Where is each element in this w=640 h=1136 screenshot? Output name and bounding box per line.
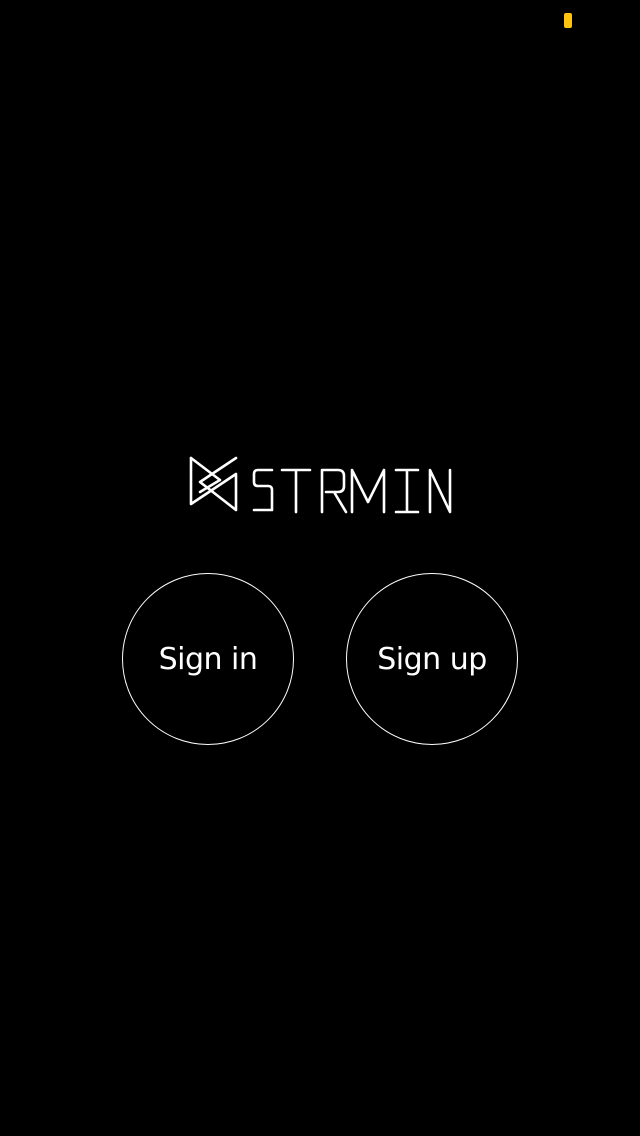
status-bar xyxy=(0,0,640,40)
logo-letter-t xyxy=(280,468,312,514)
strmin-bowtie-logo-icon xyxy=(189,456,238,512)
strmin-logo: STRMIN xyxy=(186,452,456,520)
sign-in-button[interactable]: Sign in xyxy=(122,573,294,745)
logo-letter-s xyxy=(252,468,274,512)
sign-up-button[interactable]: Sign up xyxy=(346,573,518,745)
welcome-screen: STRMIN Sign in Sign up xyxy=(0,0,640,1136)
logo-text: STRMIN xyxy=(186,520,187,521)
logo-letter-n xyxy=(428,468,452,514)
sign-in-label: Sign in xyxy=(158,641,258,677)
auth-buttons: Sign in Sign up xyxy=(0,573,640,745)
sign-up-label: Sign up xyxy=(377,641,487,677)
battery-icon xyxy=(564,13,572,28)
logo-letter-m xyxy=(350,468,386,514)
logo-letter-i xyxy=(394,468,420,514)
logo-letter-r xyxy=(320,468,348,514)
